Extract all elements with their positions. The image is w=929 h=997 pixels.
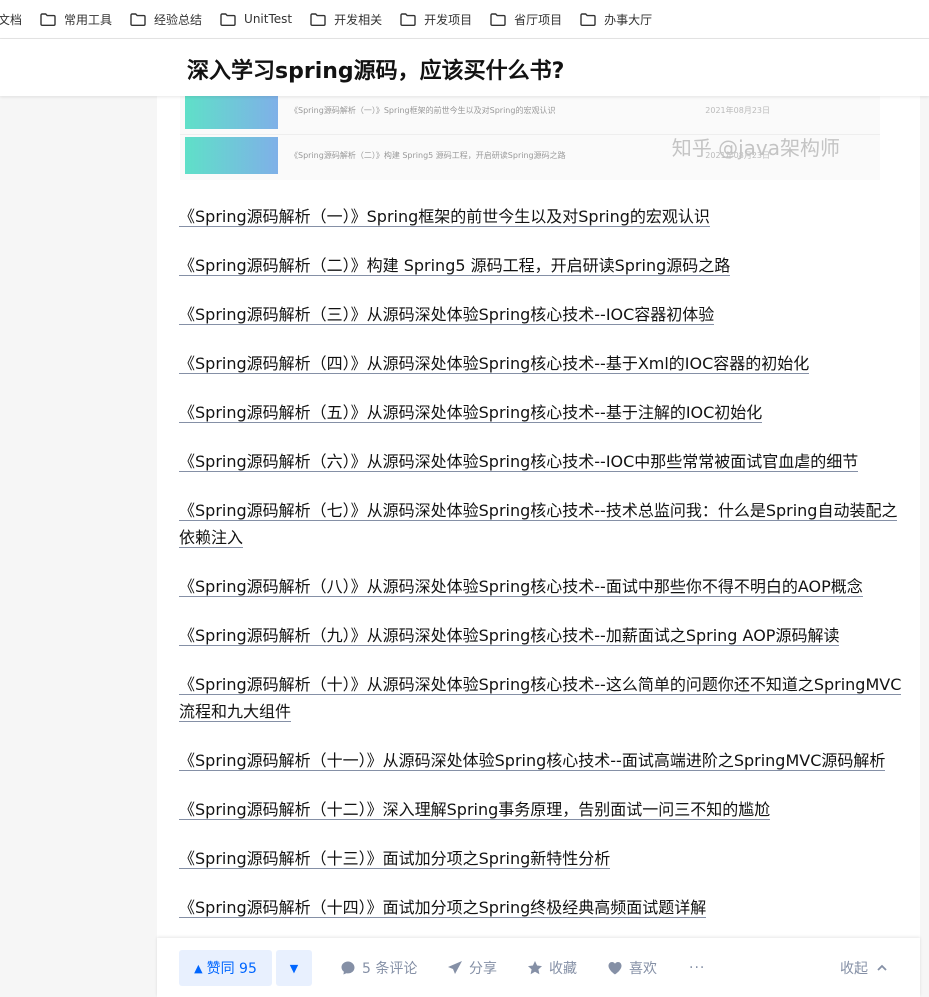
thumbnail bbox=[185, 96, 278, 129]
article-link[interactable]: 《Spring源码解析（七）》从源码深处体验Spring核心技术--技术总监问我… bbox=[179, 501, 898, 548]
article-link-item: 《Spring源码解析（十四）》面试加分项之Spring终极经典高频面试题详解 bbox=[179, 894, 904, 921]
comment-bubble-icon bbox=[340, 960, 362, 976]
article-link[interactable]: 《Spring源码解析（一）》Spring框架的前世今生以及对Spring的宏观… bbox=[179, 207, 710, 227]
image-row-text: 《Spring源码解析（一）》Spring框架的前世今生以及对Spring的宏观… bbox=[290, 106, 556, 115]
bookmark-item[interactable]: UnitTest bbox=[220, 12, 292, 26]
comment-label: 5 条评论 bbox=[362, 961, 418, 977]
folder-icon bbox=[490, 12, 506, 26]
bookmark-label: UnitTest bbox=[244, 12, 293, 26]
bookmark-label: 经验总结 bbox=[154, 12, 203, 27]
article-link[interactable]: 《Spring源码解析（八）》从源码深处体验Spring核心技术--面试中那些你… bbox=[179, 577, 863, 597]
article-link-item: 《Spring源码解析（三）》从源码深处体验Spring核心技术--IOC容器初… bbox=[179, 301, 904, 328]
chevron-up-icon bbox=[876, 962, 894, 974]
article-link-item: 《Spring源码解析（五）》从源码深处体验Spring核心技术--基于注解的I… bbox=[179, 399, 904, 426]
more-dots-icon: ··· bbox=[689, 960, 706, 976]
article-link[interactable]: 《Spring源码解析（十）》从源码深处体验Spring核心技术--这么简单的问… bbox=[179, 675, 902, 722]
favorite-label: 收藏 bbox=[549, 961, 577, 977]
article-link[interactable]: 《Spring源码解析（二）》构建 Spring5 源码工程，开启研读Sprin… bbox=[179, 256, 731, 276]
article-image[interactable]: 《Spring源码解析（一）》Spring框架的前世今生以及对Spring的宏观… bbox=[180, 96, 880, 180]
article-link[interactable]: 《Spring源码解析（十四）》面试加分项之Spring终极经典高频面试题详解 bbox=[179, 898, 707, 918]
folder-icon bbox=[400, 12, 416, 26]
article-link-item: 《Spring源码解析（七）》从源码深处体验Spring核心技术--技术总监问我… bbox=[179, 497, 904, 551]
article-link[interactable]: 《Spring源码解析（四）》从源码深处体验Spring核心技术--基于Xml的… bbox=[179, 354, 810, 374]
article-link-item: 《Spring源码解析（六）》从源码深处体验Spring核心技术--IOC中那些… bbox=[179, 448, 904, 475]
article-link[interactable]: 《Spring源码解析（十二）》深入理解Spring事务原理，告别面试一问三不知… bbox=[179, 800, 771, 820]
bookmark-item[interactable]: 常用工具 bbox=[40, 11, 112, 28]
question-title[interactable]: 深入学习spring源码，应该买什么书? bbox=[187, 53, 564, 85]
heart-icon bbox=[607, 960, 629, 976]
star-icon bbox=[527, 960, 549, 976]
like-label: 喜欢 bbox=[629, 961, 657, 977]
bookmark-label: 开发项目 bbox=[424, 12, 473, 27]
bookmark-item[interactable]: 文档 bbox=[0, 11, 22, 28]
article-link-item: 《Spring源码解析（四）》从源码深处体验Spring核心技术--基于Xml的… bbox=[179, 350, 904, 377]
article-link-item: 《Spring源码解析（一）》Spring框架的前世今生以及对Spring的宏观… bbox=[179, 203, 904, 230]
article-link[interactable]: 《Spring源码解析（六）》从源码深处体验Spring核心技术--IOC中那些… bbox=[179, 452, 859, 472]
image-row: 《Spring源码解析（一）》Spring框架的前世今生以及对Spring的宏观… bbox=[180, 96, 880, 130]
image-row-text: 《Spring源码解析（二）》构建 Spring5 源码工程，开启研读Sprin… bbox=[290, 151, 566, 160]
more-options-button[interactable]: ··· bbox=[689, 950, 705, 986]
bookmark-label: 常用工具 bbox=[64, 12, 113, 27]
folder-icon bbox=[40, 12, 56, 26]
answer-action-bar: ▲ 赞同 95 ▼ 5 条评论 分享 收藏 喜欢 ··· 收起 bbox=[157, 938, 920, 997]
bookmark-label: 开发相关 bbox=[334, 12, 383, 27]
article-link[interactable]: 《Spring源码解析（十一）》从源码深处体验Spring核心技术--面试高端进… bbox=[179, 751, 886, 771]
bookmark-label: 文档 bbox=[0, 12, 23, 27]
upvote-triangle-icon: ▲ bbox=[194, 961, 203, 975]
article-link-item: 《Spring源码解析（十三）》面试加分项之Spring新特性分析 bbox=[179, 845, 904, 872]
upvote-label: 赞同 95 bbox=[206, 961, 257, 977]
bookmark-label: 省厅项目 bbox=[514, 12, 563, 27]
article-link-item: 《Spring源码解析（十二）》深入理解Spring事务原理，告别面试一问三不知… bbox=[179, 796, 904, 823]
bookmark-item[interactable]: 省厅项目 bbox=[490, 11, 562, 28]
comment-button[interactable]: 5 条评论 bbox=[340, 950, 417, 986]
image-row-date: 2021年08月23日 bbox=[705, 106, 770, 115]
upvote-button[interactable]: ▲ 赞同 95 bbox=[179, 950, 272, 986]
article-link-item: 《Spring源码解析（十一）》从源码深处体验Spring核心技术--面试高端进… bbox=[179, 747, 904, 774]
article-link[interactable]: 《Spring源码解析（九）》从源码深处体验Spring核心技术--加薪面试之S… bbox=[179, 626, 840, 646]
article-link-item: 《Spring源码解析（九）》从源码深处体验Spring核心技术--加薪面试之S… bbox=[179, 622, 904, 649]
bookmark-item[interactable]: 开发相关 bbox=[310, 11, 382, 28]
article-link-list: 《Spring源码解析（一）》Spring框架的前世今生以及对Spring的宏观… bbox=[179, 203, 904, 943]
collapse-button[interactable]: 收起 bbox=[840, 950, 894, 986]
share-button[interactable]: 分享 bbox=[447, 950, 497, 986]
like-button[interactable]: 喜欢 bbox=[607, 950, 657, 986]
folder-icon bbox=[310, 12, 326, 26]
share-plane-icon bbox=[447, 960, 469, 976]
article-link[interactable]: 《Spring源码解析（三）》从源码深处体验Spring核心技术--IOC容器初… bbox=[179, 305, 715, 325]
article-link[interactable]: 《Spring源码解析（十三）》面试加分项之Spring新特性分析 bbox=[179, 849, 611, 869]
bookmark-item[interactable]: 开发项目 bbox=[400, 11, 472, 28]
share-label: 分享 bbox=[469, 961, 497, 977]
question-header: 深入学习spring源码，应该买什么书? bbox=[0, 39, 929, 96]
article-link-item: 《Spring源码解析（十）》从源码深处体验Spring核心技术--这么简单的问… bbox=[179, 671, 904, 725]
favorite-button[interactable]: 收藏 bbox=[527, 950, 577, 986]
collapse-label: 收起 bbox=[840, 961, 868, 977]
bookmark-item[interactable]: 办事大厅 bbox=[580, 11, 652, 28]
downvote-button[interactable]: ▼ bbox=[276, 950, 312, 986]
bookmarks-bar: 文档 常用工具 经验总结 UnitTest 开发相关 开发项目 省厅项目 办事大厅 bbox=[0, 0, 929, 39]
article-link[interactable]: 《Spring源码解析（五）》从源码深处体验Spring核心技术--基于注解的I… bbox=[179, 403, 763, 423]
folder-icon bbox=[580, 12, 596, 26]
watermark: 知乎 @java架构师 bbox=[671, 136, 840, 160]
article-link-item: 《Spring源码解析（八）》从源码深处体验Spring核心技术--面试中那些你… bbox=[179, 573, 904, 600]
article-link-item: 《Spring源码解析（二）》构建 Spring5 源码工程，开启研读Sprin… bbox=[179, 252, 904, 279]
answer-content: 《Spring源码解析（一）》Spring框架的前世今生以及对Spring的宏观… bbox=[157, 96, 920, 997]
folder-icon bbox=[220, 12, 236, 26]
bookmark-item[interactable]: 经验总结 bbox=[130, 11, 202, 28]
bookmark-label: 办事大厅 bbox=[604, 12, 653, 27]
folder-icon bbox=[130, 12, 146, 26]
thumbnail bbox=[185, 137, 278, 174]
downvote-triangle-icon: ▼ bbox=[289, 961, 299, 975]
